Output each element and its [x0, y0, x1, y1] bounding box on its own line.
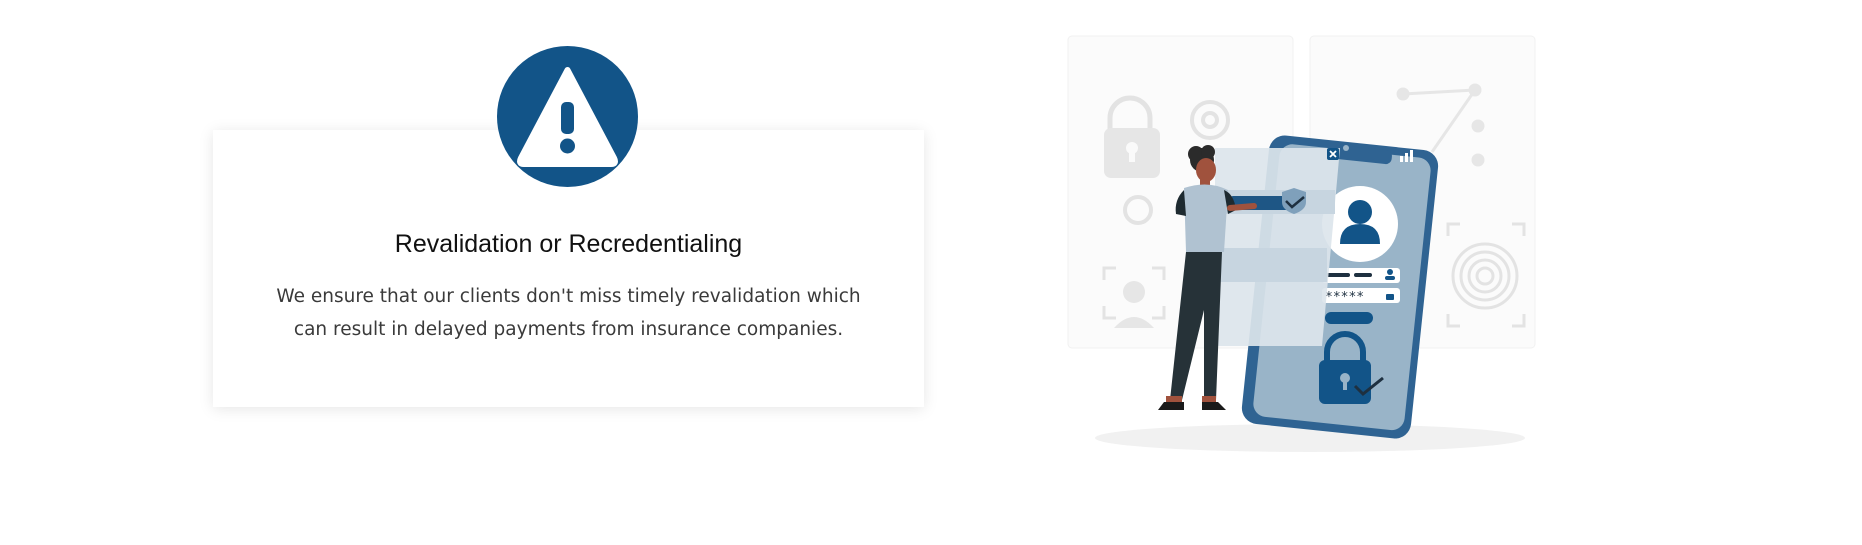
- login-button: [1325, 312, 1373, 324]
- card-title: Revalidation or Recredentialing: [394, 230, 743, 258]
- warning-badge: [497, 46, 638, 187]
- warning-triangle-icon: [517, 67, 618, 167]
- hologram-panel: [1215, 148, 1340, 346]
- card-description: We ensure that our clients don't miss ti…: [276, 286, 861, 340]
- password-mask: *****: [1325, 290, 1364, 305]
- security-login-illustration: *****: [1067, 35, 1536, 452]
